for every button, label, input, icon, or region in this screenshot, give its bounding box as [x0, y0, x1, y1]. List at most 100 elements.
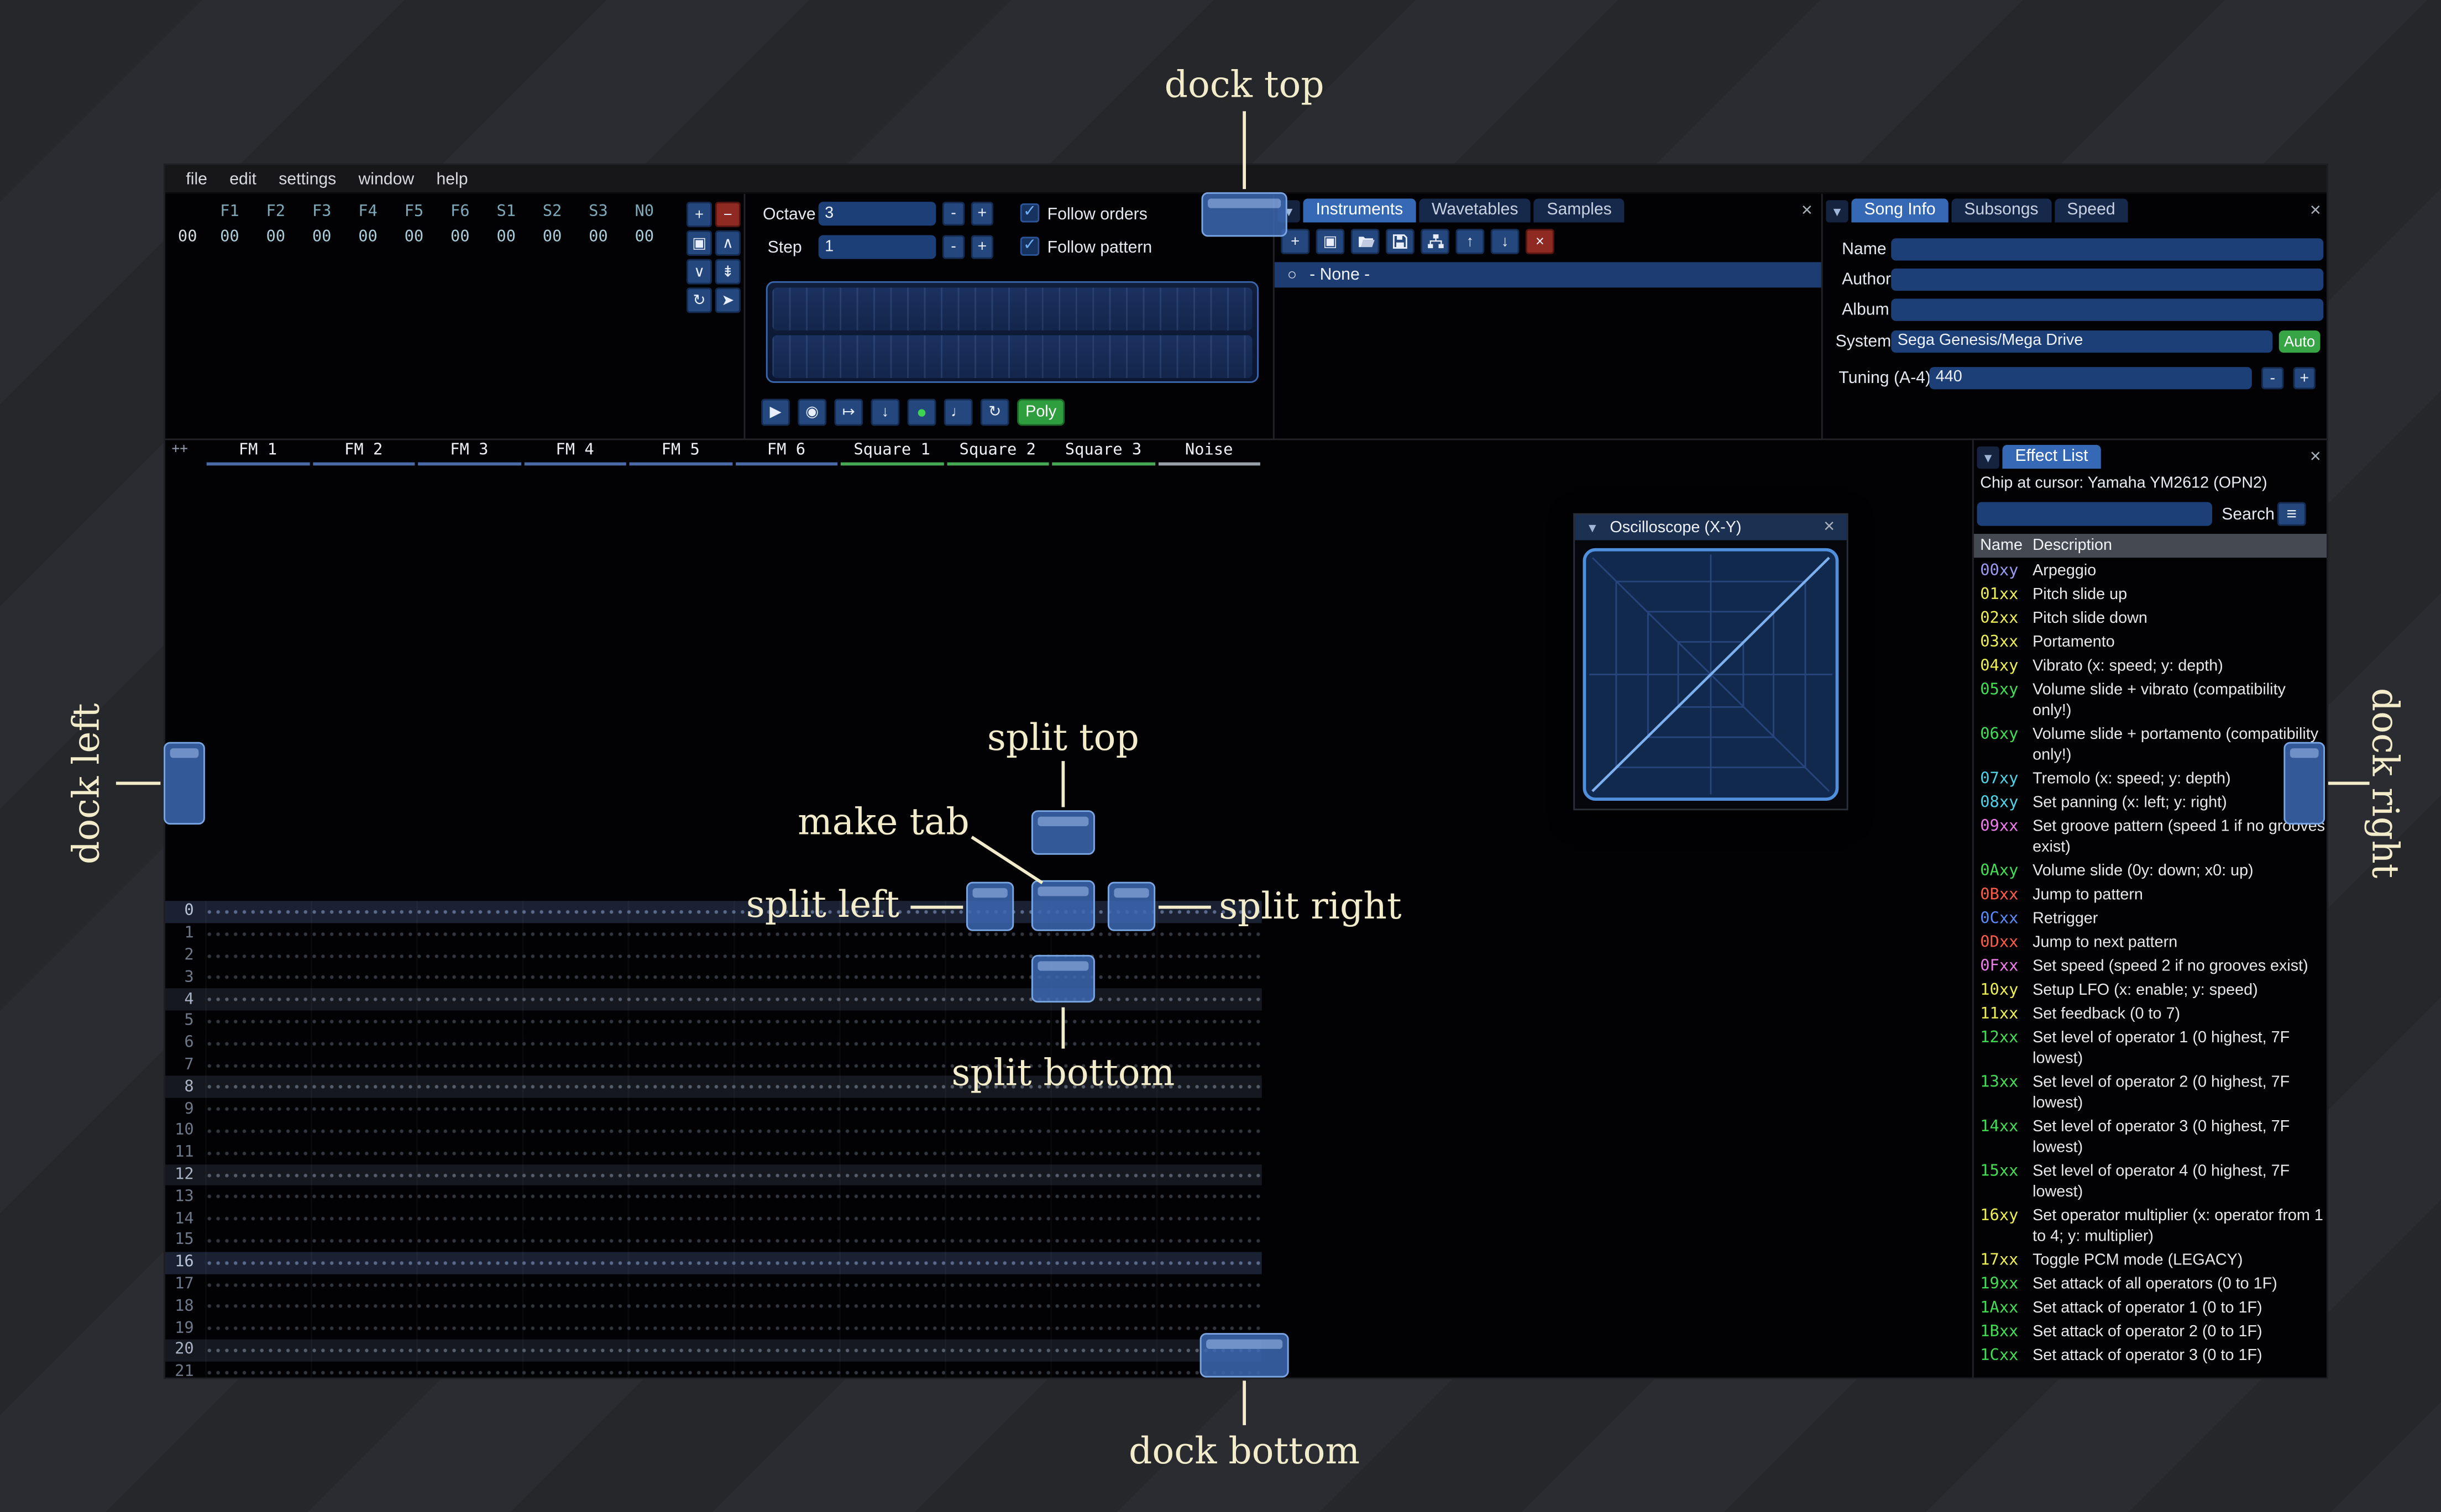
effect-search-input[interactable]: [1977, 502, 2212, 526]
instrument-duplicate-button[interactable]: ▣: [1316, 229, 1345, 254]
octave-increase-button[interactable]: +: [971, 202, 993, 226]
order-cell-s3[interactable]: 00: [575, 229, 621, 246]
menu-edit[interactable]: edit: [218, 169, 268, 188]
effect-row-16xy[interactable]: 16xy Set operator multiplier (x: operator…: [1974, 1204, 2327, 1249]
order-row-index[interactable]: 00: [169, 229, 207, 246]
effect-row-06xy[interactable]: 06xy Volume slide + portamento (compatibi…: [1974, 723, 2327, 768]
channel-header-fm-1[interactable]: FM 1: [205, 440, 311, 467]
row-cells[interactable]: [205, 1361, 1262, 1378]
channel-header-fm-2[interactable]: FM 2: [311, 440, 416, 467]
step-input[interactable]: 1: [818, 235, 936, 259]
pattern-row-9[interactable]: 9: [165, 1098, 1262, 1120]
effect-row-00xy[interactable]: 00xy Arpeggio: [1974, 559, 2327, 583]
channel-header-square-2[interactable]: Square 2: [945, 440, 1050, 467]
effect-row-0fxx[interactable]: 0Fxx Set speed (speed 2 if no grooves exi…: [1974, 955, 2327, 979]
menu-file[interactable]: file: [175, 169, 218, 188]
playback-metronome-button[interactable]: ♩: [944, 398, 973, 426]
dock-left-target[interactable]: [164, 742, 205, 825]
collapse-arrow-icon[interactable]: ▼: [1977, 446, 1999, 469]
system-field[interactable]: Sega Genesis/Mega Drive: [1891, 330, 2273, 353]
album-field[interactable]: [1891, 298, 2324, 321]
playback-repeat-pattern-button[interactable]: ↻: [980, 398, 1009, 426]
pattern-row-13[interactable]: 13: [165, 1185, 1262, 1208]
effect-list-close-icon[interactable]: ×: [2304, 445, 2327, 469]
order-cell-f1[interactable]: 00: [207, 229, 253, 246]
author-field[interactable]: [1891, 268, 2324, 291]
effect-row-1bxx[interactable]: 1Bxx Set attack of operator 2 (0 to 1F): [1974, 1320, 2327, 1344]
follow-pattern-checkbox[interactable]: ✓: [1020, 237, 1040, 256]
effect-list-menu-icon[interactable]: ≡: [2277, 502, 2306, 526]
row-cells[interactable]: [205, 1185, 1262, 1208]
row-cells[interactable]: [205, 1339, 1262, 1362]
playback-play-button[interactable]: ▶: [761, 398, 790, 426]
orders-add-button[interactable]: +: [687, 202, 712, 228]
pattern-row-20[interactable]: 20: [165, 1339, 1262, 1362]
name-field[interactable]: [1891, 238, 2324, 261]
menu-window[interactable]: window: [347, 169, 425, 188]
effect-row-1axx[interactable]: 1Axx Set attack of operator 1 (0 to 1F): [1974, 1296, 2327, 1320]
pattern-row-15[interactable]: 15: [165, 1230, 1262, 1252]
pattern-row-10[interactable]: 10: [165, 1120, 1262, 1142]
menu-help[interactable]: help: [425, 169, 479, 188]
row-cells[interactable]: [205, 1120, 1262, 1142]
effect-row-15xx[interactable]: 15xx Set level of operator 4 (0 highest, …: [1974, 1160, 2327, 1205]
split-left-target[interactable]: [966, 881, 1014, 931]
effect-row-17xx[interactable]: 17xx Toggle PCM mode (LEGACY): [1974, 1249, 2327, 1273]
orders-change-all-button[interactable]: ↻: [687, 287, 712, 313]
piano-lower-octaves[interactable]: [772, 335, 1253, 379]
step-decrease-button[interactable]: -: [942, 235, 965, 259]
row-cells[interactable]: [205, 1164, 1262, 1186]
split-right-target[interactable]: [1107, 881, 1156, 931]
channel-header-noise[interactable]: Noise: [1156, 440, 1262, 467]
dock-right-target[interactable]: [2283, 742, 2325, 825]
effect-row-0dxx[interactable]: 0Dxx Jump to next pattern: [1974, 931, 2327, 955]
order-cell-f3[interactable]: 00: [299, 229, 345, 246]
follow-orders-checkbox[interactable]: ✓: [1020, 203, 1040, 223]
effect-row-12xx[interactable]: 12xx Set level of operator 1 (0 highest, …: [1974, 1026, 2327, 1071]
effect-row-01xx[interactable]: 01xx Pitch slide up: [1974, 583, 2327, 607]
tuning-increase-button[interactable]: +: [2293, 367, 2316, 390]
assets-tab-instruments[interactable]: Instruments: [1303, 198, 1416, 223]
orders-move-up-button[interactable]: ∧: [715, 230, 741, 256]
pattern-row-19[interactable]: 19: [165, 1317, 1262, 1340]
split-top-target[interactable]: [1031, 810, 1095, 855]
order-cell-f2[interactable]: 00: [253, 229, 298, 246]
piano-upper-octaves[interactable]: [772, 287, 1253, 330]
pattern-row-12[interactable]: 12: [165, 1164, 1262, 1186]
dock-top-target[interactable]: [1201, 192, 1287, 237]
pattern-row-16[interactable]: 16: [165, 1251, 1262, 1274]
song-tab-song-info[interactable]: Song Info: [1851, 198, 1948, 223]
song-info-close-icon[interactable]: ×: [2304, 200, 2327, 222]
tuning-field[interactable]: 440: [1929, 367, 2252, 390]
song-tab-subsongs[interactable]: Subsongs: [1951, 198, 2051, 223]
effect-row-0axy[interactable]: 0Axy Volume slide (0y: down; x0: up): [1974, 859, 2327, 883]
row-cells[interactable]: [205, 1251, 1262, 1274]
order-cell-f5[interactable]: 00: [391, 229, 437, 246]
channel-header-fm-3[interactable]: FM 3: [416, 440, 522, 467]
row-cells[interactable]: [205, 1142, 1262, 1164]
instrument-delete-button[interactable]: ×: [1526, 229, 1554, 254]
row-cells[interactable]: [205, 1230, 1262, 1252]
effect-row-0cxx[interactable]: 0Cxx Retrigger: [1974, 907, 2327, 931]
song-tab-speed[interactable]: Speed: [2054, 198, 2128, 223]
step-increase-button[interactable]: +: [971, 235, 993, 259]
row-cells[interactable]: [205, 1295, 1262, 1317]
channel-header-fm-5[interactable]: FM 5: [628, 440, 734, 467]
oscilloscope-close-icon[interactable]: ×: [1818, 516, 1840, 538]
channel-header-fm-4[interactable]: FM 4: [522, 440, 627, 467]
effect-row-03xx[interactable]: 03xx Portamento: [1974, 631, 2327, 654]
assets-close-icon[interactable]: ×: [1796, 200, 1818, 222]
orders-row[interactable]: 00 00 00 00 00 00 00 00 00 00 00: [169, 229, 668, 246]
system-auto-button[interactable]: Auto: [2278, 330, 2320, 353]
assets-tab-samples[interactable]: Samples: [1534, 198, 1625, 223]
pattern-row-18[interactable]: 18: [165, 1295, 1262, 1317]
row-cells[interactable]: [205, 988, 1262, 1011]
effect-row-07xy[interactable]: 07xy Tremolo (x: speed; y: depth): [1974, 768, 2327, 791]
tuning-decrease-button[interactable]: -: [2261, 367, 2284, 390]
effect-row-10xy[interactable]: 10xy Setup LFO (x: enable; y: speed): [1974, 979, 2327, 1002]
pattern-row-3[interactable]: 3: [165, 967, 1262, 989]
order-cell-f6[interactable]: 00: [437, 229, 483, 246]
row-cells[interactable]: [205, 1032, 1262, 1054]
effect-row-08xy[interactable]: 08xy Set panning (x: left; y: right): [1974, 791, 2327, 815]
playback-record-button[interactable]: ●: [907, 398, 936, 426]
